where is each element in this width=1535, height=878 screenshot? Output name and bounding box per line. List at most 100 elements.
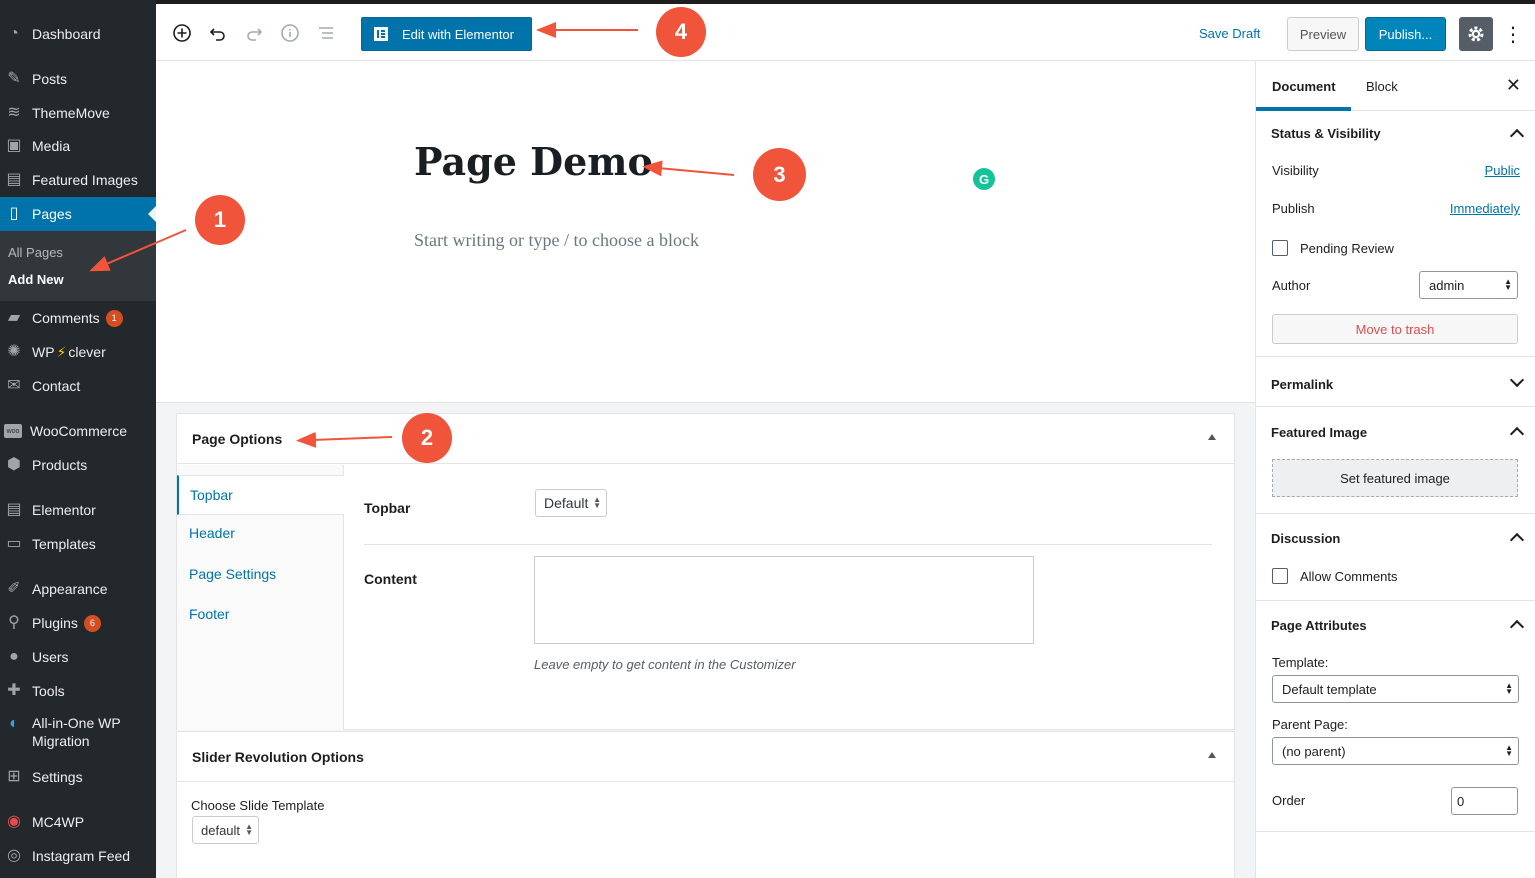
- edit-with-elementor-button[interactable]: Edit with Elementor: [361, 17, 532, 51]
- bolt-icon: ⚡: [56, 343, 67, 360]
- slide-template-select[interactable]: default ▲ ▼: [192, 816, 259, 844]
- redo-icon[interactable]: [243, 22, 265, 44]
- tab-block[interactable]: Block: [1366, 79, 1398, 94]
- sidebar-item-plugins[interactable]: ⚲ Plugins 6: [0, 606, 156, 640]
- publish-button[interactable]: Publish...: [1365, 17, 1446, 51]
- chevron-up-icon[interactable]: [1509, 619, 1525, 635]
- sidebar-item-media[interactable]: ▣ Media: [0, 129, 156, 163]
- move-to-trash-button[interactable]: Move to trash: [1272, 314, 1518, 344]
- permalink-title[interactable]: Permalink: [1271, 377, 1333, 392]
- sidebar-item-migration[interactable]: ◐ All-in-One WP Migration: [0, 714, 156, 754]
- block-placeholder[interactable]: Start writing or type / to choose a bloc…: [414, 230, 699, 251]
- save-draft-button[interactable]: Save Draft: [1199, 26, 1260, 41]
- callout-2: 2: [402, 413, 452, 463]
- select-arrows-icon: ▲ ▼: [1505, 743, 1513, 758]
- sidebar-item-posts[interactable]: ✎ Posts: [0, 62, 156, 96]
- close-icon[interactable]: ✕: [1506, 75, 1521, 96]
- chevron-up-icon[interactable]: [1509, 426, 1525, 442]
- allow-comments-label: Allow Comments: [1300, 569, 1398, 584]
- content-textarea[interactable]: [534, 556, 1034, 644]
- author-select[interactable]: admin ▲ ▼: [1419, 271, 1518, 299]
- visibility-link[interactable]: Public: [1485, 163, 1520, 178]
- sidebar-item-label: Instagram Feed: [32, 848, 131, 864]
- settings-icon: ⊞: [7, 768, 21, 785]
- page-attributes-title[interactable]: Page Attributes: [1271, 618, 1367, 633]
- sidebar-item-label: Users: [32, 649, 69, 665]
- page-options-panel: Page Options Topbar Header Page Settings…: [176, 413, 1235, 730]
- box-icon: ⬢: [7, 456, 21, 473]
- info-icon[interactable]: [279, 22, 301, 44]
- sidebar-item-users[interactable]: ● Users: [0, 640, 156, 674]
- sidebar-item-label: Plugins: [32, 615, 78, 631]
- set-featured-image-button[interactable]: Set featured image: [1272, 459, 1518, 497]
- sidebar-item-label: Templates: [32, 536, 96, 552]
- plug-icon: ⚲: [8, 614, 20, 631]
- submenu-add-new[interactable]: Add New: [8, 272, 64, 287]
- sidebar-item-label: Appearance: [32, 581, 108, 597]
- chevron-up-icon[interactable]: [1509, 532, 1525, 548]
- topbar-select[interactable]: Default ▲ ▼: [535, 489, 607, 517]
- preview-button[interactable]: Preview: [1287, 17, 1359, 51]
- sidebar-item-elementor[interactable]: ▤ Elementor: [0, 493, 156, 527]
- sidebar-item-contact[interactable]: ✉ Contact: [0, 369, 156, 403]
- edit-with-elementor-label: Edit with Elementor: [402, 26, 514, 42]
- sidebar-item-settings[interactable]: ⊞ Settings: [0, 760, 156, 794]
- sidebar-item-appearance[interactable]: ✐ Appearance: [0, 572, 156, 606]
- sidebar-item-woocommerce[interactable]: woo WooCommerce: [0, 414, 156, 448]
- admin-sidebar: ◔ Dashboard ✎ Posts ≋ ThemeMove ▣ Media ▤ Fea…: [0, 0, 156, 878]
- sidebar-item-tools[interactable]: ✚ Tools: [0, 674, 156, 708]
- allow-comments-checkbox[interactable]: [1272, 568, 1288, 584]
- sidebar-item-templates[interactable]: ▭ Templates: [0, 527, 156, 561]
- tab-topbar[interactable]: Topbar: [177, 475, 344, 515]
- page-title[interactable]: Page Demo: [414, 139, 653, 184]
- add-block-icon[interactable]: [171, 22, 193, 44]
- sidebar-item-instagram-feed[interactable]: ◎ Instagram Feed: [0, 839, 156, 873]
- sidebar-item-label: Media: [32, 138, 71, 154]
- more-options-icon[interactable]: ⋮: [1503, 20, 1523, 50]
- tab-footer[interactable]: Footer: [189, 606, 229, 622]
- submenu-all-pages[interactable]: All Pages: [8, 245, 63, 260]
- pending-review-checkbox[interactable]: [1272, 240, 1288, 256]
- tab-header[interactable]: Header: [189, 525, 235, 541]
- publish-date-link[interactable]: Immediately: [1450, 201, 1520, 216]
- author-select-value: admin: [1429, 277, 1465, 293]
- featured-image-section: Featured Image Set featured image: [1256, 407, 1535, 514]
- order-input[interactable]: 0: [1451, 787, 1518, 815]
- parent-page-select-value: (no parent): [1282, 743, 1346, 759]
- status-visibility-title[interactable]: Status & Visibility: [1271, 126, 1381, 141]
- slider-revolution-header[interactable]: Slider Revolution Options: [177, 732, 1234, 782]
- sidebar-item-label: ThemeMove: [32, 105, 110, 121]
- template-select[interactable]: Default template ▲ ▼: [1272, 675, 1519, 703]
- sidebar-item-thememove[interactable]: ≋ ThemeMove: [0, 96, 156, 130]
- collapse-triangle-icon[interactable]: [1208, 434, 1216, 440]
- topbar-select-value: Default: [544, 495, 589, 511]
- settings-toggle-button[interactable]: [1459, 17, 1493, 51]
- chevron-up-icon[interactable]: [1509, 128, 1525, 144]
- migration-label-line2: Migration: [32, 733, 90, 749]
- sidebar-item-wpclever[interactable]: ✺ WP ⚡ clever: [0, 335, 156, 369]
- sidebar-item-dashboard[interactable]: ◔ Dashboard: [0, 17, 156, 51]
- collapse-triangle-icon[interactable]: [1208, 752, 1216, 758]
- order-label: Order: [1272, 793, 1306, 808]
- page-options-tabs: Topbar Header Page Settings Footer: [177, 465, 344, 730]
- discussion-title[interactable]: Discussion: [1271, 531, 1340, 546]
- sidebar-item-mc4wp[interactable]: ◉ MC4WP: [0, 805, 156, 839]
- sidebar-item-featured-images[interactable]: ▤ Featured Images: [0, 163, 156, 197]
- page-options-header[interactable]: Page Options: [177, 414, 1234, 464]
- sidebar-item-pages[interactable]: ▯ Pages: [0, 197, 156, 231]
- block-navigation-icon[interactable]: [315, 22, 337, 44]
- grammarly-icon[interactable]: G: [973, 168, 995, 190]
- sidebar-item-label: Pages: [32, 206, 72, 222]
- sidebar-item-products[interactable]: ⬢ Products: [0, 448, 156, 482]
- featured-image-title[interactable]: Featured Image: [1271, 425, 1367, 440]
- sidebar-item-comments[interactable]: ▰ Comments 1: [0, 301, 156, 335]
- parent-page-select[interactable]: (no parent) ▲ ▼: [1272, 737, 1519, 765]
- tab-document[interactable]: Document: [1272, 79, 1336, 94]
- author-label: Author: [1272, 278, 1311, 293]
- sidebar-item-label: All-in-One WP Migration: [32, 714, 121, 750]
- tab-page-settings[interactable]: Page Settings: [189, 566, 276, 582]
- chevron-down-icon[interactable]: [1509, 372, 1525, 388]
- status-visibility-section: Status & Visibility Visibility Public Pu…: [1256, 111, 1535, 357]
- document-settings-panel: Document Block ✕ Status & Visibility Vis…: [1255, 61, 1535, 878]
- undo-icon[interactable]: [207, 22, 229, 44]
